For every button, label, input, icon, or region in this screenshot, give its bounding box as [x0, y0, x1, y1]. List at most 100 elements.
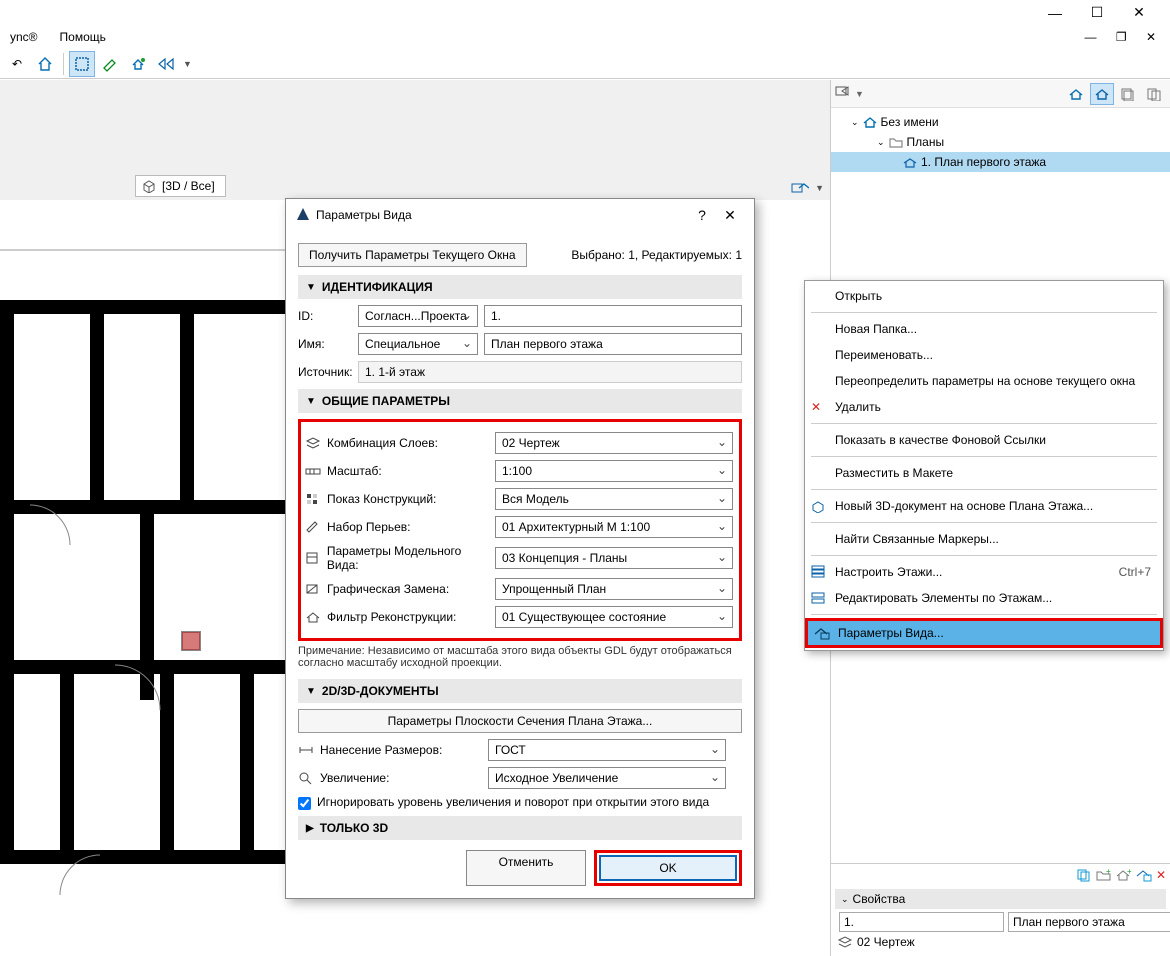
canvas-dropdown-icon[interactable]: ▼	[815, 183, 824, 193]
chevron-down-icon[interactable]: ⌄	[851, 117, 859, 128]
id-value-input[interactable]: 1.	[484, 305, 742, 327]
delete-icon: ✕	[811, 400, 821, 414]
constr-combo[interactable]: Вся Модель	[495, 488, 733, 510]
toolbar-home-icon[interactable]	[32, 51, 58, 77]
zoom-icon	[298, 771, 314, 785]
ctx-find-markers[interactable]: Найти Связанные Маркеры...	[805, 526, 1163, 552]
ctx-open[interactable]: Открыть	[805, 283, 1163, 309]
cancel-button[interactable]: Отменить	[466, 850, 586, 886]
ctx-rename[interactable]: Переименовать...	[805, 342, 1163, 368]
dialog-title: Параметры Вида	[316, 208, 412, 222]
nav-layout-book-icon[interactable]	[1116, 83, 1140, 105]
section-identification[interactable]: ▼ ИДЕНТИФИКАЦИЯ	[298, 275, 742, 299]
section-general[interactable]: ▼ ОБЩИЕ ПАРАМЕТРЫ	[298, 389, 742, 413]
footer-clone-icon[interactable]	[1076, 868, 1092, 885]
ctx-place-layout[interactable]: Разместить в Макете	[805, 460, 1163, 486]
dialog-titlebar[interactable]: Параметры Вида ? ✕	[286, 199, 754, 231]
ctx-shortcut: Ctrl+7	[1119, 565, 1151, 579]
menu-sync[interactable]: ync®	[6, 28, 42, 46]
dialog-close-button[interactable]: ✕	[716, 203, 744, 227]
ignore-zoom-checkbox[interactable]	[298, 797, 311, 810]
floor-cut-plane-button[interactable]: Параметры Плоскости Сечения Плана Этажа.…	[298, 709, 742, 733]
toolbar-reference-icon[interactable]	[125, 51, 151, 77]
reno-icon	[305, 610, 321, 624]
toolbar-compare-icon[interactable]	[153, 51, 179, 77]
svg-text:+: +	[1127, 868, 1132, 876]
tree-item-plan1[interactable]: 1. План первого этажа	[831, 152, 1170, 172]
dialog-help-button[interactable]: ?	[688, 203, 716, 227]
ctx-new-folder[interactable]: Новая Папка...	[805, 316, 1163, 342]
scale-combo[interactable]: 1:100	[495, 460, 733, 482]
get-current-window-button[interactable]: Получить Параметры Текущего Окна	[298, 243, 527, 267]
nav-project-map-icon[interactable]	[1064, 83, 1088, 105]
folder-icon	[889, 136, 903, 148]
footer-delete-icon[interactable]: ✕	[1156, 868, 1166, 885]
nav-picker-arrow-icon[interactable]: ▼	[855, 89, 864, 99]
nav-picker-icon[interactable]	[835, 85, 851, 102]
toolbar-trace-icon[interactable]	[69, 51, 95, 77]
gdl-note: Примечание: Независимо от масштаба этого…	[298, 645, 742, 669]
go-label: Графическая Замена:	[327, 582, 449, 596]
navigator-header: ▼	[831, 80, 1170, 108]
nav-view-map-icon[interactable]	[1090, 83, 1114, 105]
toolbar: ↶ ▼	[0, 49, 1170, 79]
ctx-view-settings[interactable]: Параметры Вида...	[805, 618, 1163, 648]
prop-layers-label: 02 Чертеж	[857, 935, 915, 949]
svg-text:+: +	[1106, 868, 1111, 876]
ctx-story-edit[interactable]: Редактировать Элементы по Этажам...	[805, 585, 1163, 611]
tab-3d-label: [3D / Все]	[162, 179, 215, 193]
canvas-explore-icon[interactable]	[787, 175, 813, 201]
maximize-button[interactable]: ☐	[1076, 2, 1118, 24]
properties-header[interactable]: ⌄ Свойства	[835, 889, 1166, 909]
toolbar-highlighter-icon[interactable]	[97, 51, 123, 77]
ctx-redefine[interactable]: Переопределить параметры на основе текущ…	[805, 368, 1163, 394]
ok-button[interactable]: OK	[599, 855, 737, 881]
mvo-combo[interactable]: 03 Концепция - Планы	[495, 547, 733, 569]
prop-id-input[interactable]	[839, 912, 1004, 932]
scale-label: Масштаб:	[327, 464, 382, 478]
ctx-delete[interactable]: ✕ Удалить	[805, 394, 1163, 420]
menu-help[interactable]: Помощь	[56, 28, 110, 46]
sub-minimize-icon[interactable]: —	[1080, 28, 1100, 46]
doc3d-icon	[811, 499, 827, 513]
structure-icon	[305, 492, 321, 506]
tree-folder-plans[interactable]: ⌄ Планы	[831, 132, 1170, 152]
nav-publisher-icon[interactable]	[1142, 83, 1166, 105]
footer-new-folder-icon[interactable]: +	[1096, 868, 1112, 885]
tab-3d[interactable]: [3D / Все]	[135, 175, 226, 197]
source-value: 1. 1-й этаж	[358, 361, 742, 383]
layer-combo[interactable]: 02 Чертеж	[495, 432, 733, 454]
reno-combo[interactable]: 01 Существующее состояние	[495, 606, 733, 628]
general-params-highlight: Комбинация Слоев: 02 Чертеж Масштаб: 1:1…	[298, 419, 742, 641]
name-value-input[interactable]: План первого этажа	[484, 333, 742, 355]
ignore-zoom-label: Игнорировать уровень увеличения и поворо…	[317, 795, 742, 809]
ctx-show-bg[interactable]: Показать в качестве Фоновой Ссылки	[805, 427, 1163, 453]
name-mode-combo[interactable]: Специальное	[358, 333, 478, 355]
sub-close-icon[interactable]: ✕	[1142, 28, 1160, 46]
id-mode-combo[interactable]: Согласн...Проекта	[358, 305, 478, 327]
footer-save-view-icon[interactable]: +	[1116, 868, 1132, 885]
dims-combo[interactable]: ГОСТ	[488, 739, 726, 761]
ok-button-highlight: OK	[594, 850, 742, 886]
toolbar-undo-icon[interactable]: ↶	[4, 51, 30, 77]
section-3donly[interactable]: ▶ ТОЛЬКО 3D	[298, 816, 742, 840]
pens-combo[interactable]: 01 Архитектурный М 1:100	[495, 516, 733, 538]
reno-label: Фильтр Реконструкции:	[327, 610, 456, 624]
sub-restore-icon[interactable]: ❐	[1112, 28, 1131, 46]
properties-label: Свойства	[853, 892, 906, 906]
layers-icon	[305, 436, 321, 450]
minimize-button[interactable]: —	[1034, 2, 1076, 24]
view-settings-icon	[814, 626, 830, 640]
toolbar-dropdown-arrow-icon[interactable]: ▼	[181, 59, 192, 69]
tree-root[interactable]: ⌄ Без имени	[831, 112, 1170, 132]
ctx-new-3ddoc[interactable]: Новый 3D-документ на основе Плана Этажа.…	[805, 493, 1163, 519]
footer-settings-icon[interactable]	[1136, 868, 1152, 885]
section-2d3d[interactable]: ▼ 2D/3D-ДОКУМЕНТЫ	[298, 679, 742, 703]
zoom-combo[interactable]: Исходное Увеличение	[488, 767, 726, 789]
chevron-down-icon: ▼	[306, 686, 316, 697]
ctx-story-settings[interactable]: Настроить Этажи... Ctrl+7	[805, 559, 1163, 585]
go-combo[interactable]: Упрощенный План	[495, 578, 733, 600]
close-button[interactable]: ✕	[1118, 2, 1160, 24]
prop-name-input[interactable]	[1008, 912, 1170, 932]
chevron-down-icon[interactable]: ⌄	[877, 137, 885, 148]
